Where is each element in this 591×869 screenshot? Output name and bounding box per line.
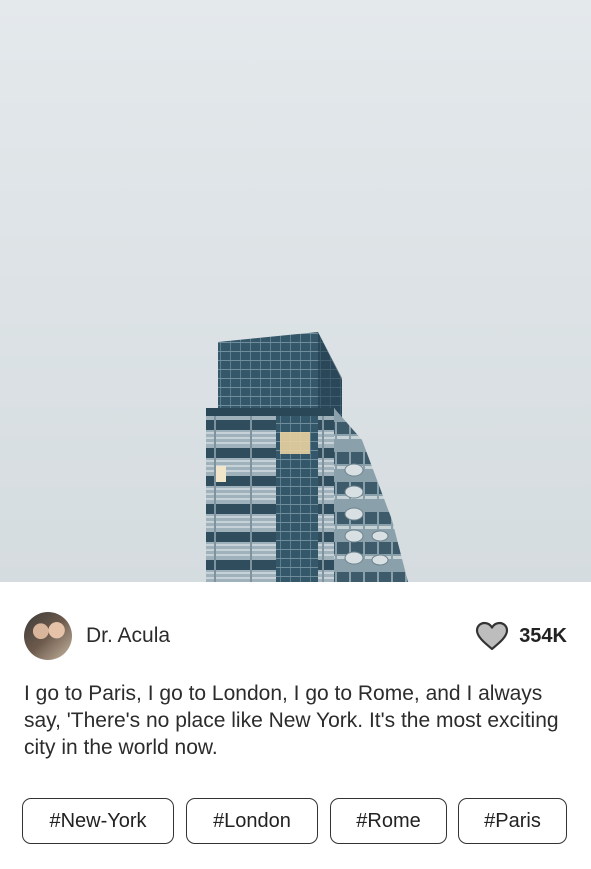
hashtag-rome[interactable]: #Rome	[330, 798, 447, 844]
heart-icon[interactable]	[475, 621, 509, 651]
post-meta: Dr. Acula 354K I go to Paris, I go to Lo…	[0, 582, 591, 869]
like-control[interactable]: 354K	[475, 621, 567, 651]
hashtag-london[interactable]: #London	[186, 798, 318, 844]
post-photo[interactable]	[0, 0, 591, 582]
like-count: 354K	[519, 624, 567, 647]
skyscraper-image	[206, 332, 408, 582]
post-caption: I go to Paris, I go to London, I go to R…	[24, 682, 559, 759]
author-avatar[interactable]	[24, 612, 72, 660]
hashtag-new-york[interactable]: #New-York	[22, 798, 174, 844]
hashtag-list: #New-York #London #Rome #Paris	[22, 798, 570, 846]
author-name[interactable]: Dr. Acula	[86, 624, 170, 648]
post-card: Dr. Acula 354K I go to Paris, I go to Lo…	[0, 0, 591, 869]
hashtag-paris[interactable]: #Paris	[458, 798, 567, 844]
